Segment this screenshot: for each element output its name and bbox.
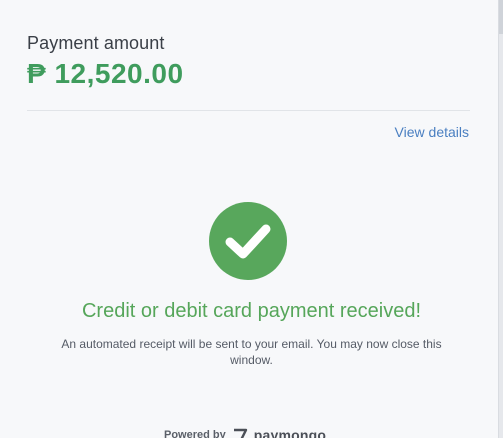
powered-by-label: Powered by [164,429,226,438]
checkmark-icon [225,224,271,259]
payment-success-title: Credit or debit card payment received! [81,300,422,322]
payment-confirmation-page: Payment amount ₱ 12,520.00 View details … [0,0,503,438]
scrollbar-track[interactable] [498,0,503,438]
view-details-link[interactable]: View details [395,124,469,140]
payment-amount-label: Payment amount [27,33,165,53]
payment-success-message: An automated receipt will be sent to you… [61,337,442,367]
powered-by-footer: Powered by paymongo [164,425,326,438]
payment-amount-value: ₱ 12,520.00 [27,58,184,89]
scrollbar-thumb[interactable] [499,0,503,34]
paymongo-logo-icon [233,428,247,438]
brand-name: paymongo [253,427,327,438]
divider [27,110,470,111]
check-circle-icon [209,202,287,280]
